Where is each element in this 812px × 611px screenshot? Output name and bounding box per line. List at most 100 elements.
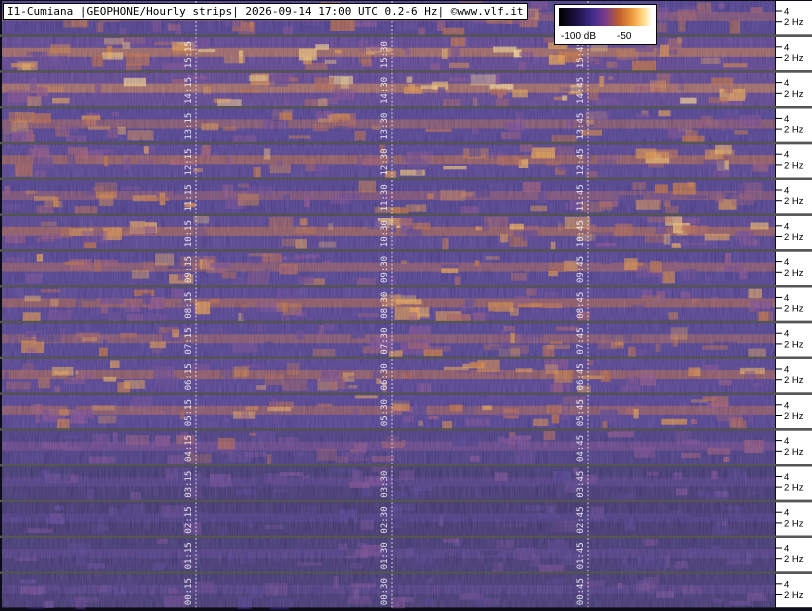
colorbar-legend: -100 dB -50 (554, 4, 657, 45)
axis-tick-label: 4 (784, 150, 789, 161)
axis-tick-label: 2 Hz (784, 160, 804, 171)
time-label: 04:45 (576, 435, 586, 462)
time-label: 00:30 (380, 578, 390, 605)
axis-tick-label: 4 (784, 257, 789, 268)
spectrogram-chart: 15:15 15:30 15:45 14:15 14:30 14:45 13:15 13:30… (0, 0, 812, 611)
time-label: 12:15 (184, 149, 194, 176)
axis-tick-label: 2 Hz (784, 518, 804, 529)
time-label: 08:30 (380, 292, 390, 319)
time-label: 12:30 (380, 149, 390, 176)
axis-tick-label: 4 (784, 329, 789, 340)
axis-tick-label: 2 Hz (784, 232, 804, 243)
axis-tick-label: 4 (784, 400, 789, 411)
axis-tick-label: 2 Hz (784, 447, 804, 458)
strip-separator (0, 213, 812, 216)
time-label: 01:45 (576, 542, 586, 569)
axis-tick-label: 4 (784, 508, 789, 519)
time-label: 11:15 (184, 184, 194, 211)
axis-tick-label: 4 (784, 221, 789, 232)
axis-tick-label: 4 (784, 436, 789, 447)
time-label: 09:30 (380, 256, 390, 283)
time-label: 03:45 (576, 471, 586, 498)
strip-separator (0, 428, 812, 431)
strip-separator (0, 70, 812, 73)
strip-separator (0, 499, 812, 503)
time-label: 10:30 (380, 220, 390, 247)
time-label: 07:45 (576, 328, 586, 355)
time-label: 07:15 (184, 328, 194, 355)
strip-separator (0, 356, 812, 359)
time-label: 03:15 (184, 471, 194, 498)
time-label: 13:15 (184, 113, 194, 140)
time-label: 05:15 (184, 399, 194, 426)
strip-separator (0, 285, 812, 288)
time-label: 10:45 (576, 220, 586, 247)
time-label: 14:30 (380, 77, 390, 104)
axis-tick-label: 2 Hz (784, 17, 804, 28)
axis-tick-label: 2 Hz (784, 196, 804, 207)
strip-separator (0, 571, 812, 574)
axis-tick-label: 4 (784, 544, 789, 555)
strip-separator (0, 34, 812, 37)
axis-tick-label: 4 (784, 7, 789, 18)
strip-separator (0, 141, 812, 145)
axis-tick-label: 2 Hz (784, 339, 804, 350)
time-label: 10:15 (184, 220, 194, 247)
axis-tick-label: 2 Hz (784, 53, 804, 64)
axis-tick-label: 4 (784, 365, 789, 376)
strip-separator (0, 320, 812, 324)
time-label: 00:45 (576, 578, 586, 605)
axis-tick-label: 2 Hz (784, 483, 804, 494)
axis-tick-label: 2 Hz (784, 125, 804, 136)
time-label: 01:15 (184, 542, 194, 569)
axis-tick-label: 4 (784, 579, 789, 590)
time-label: 13:45 (576, 113, 586, 140)
axis-tick-label: 2 Hz (784, 89, 804, 100)
time-label: 14:45 (576, 77, 586, 104)
chart-title: I1-Cumiana |GEOPHONE/Hourly strips| 2026… (3, 3, 528, 20)
strip-hour-04 (2, 430, 775, 468)
strip-separator (0, 535, 812, 538)
time-label: 02:15 (184, 507, 194, 534)
strip-separator (0, 106, 812, 109)
axis-tick-label: 4 (784, 78, 789, 89)
time-label: 15:15 (184, 41, 194, 68)
time-label: 02:30 (380, 507, 390, 534)
axis-tick-label: 2 Hz (784, 304, 804, 315)
time-label: 13:30 (380, 113, 390, 140)
axis-tick-label: 2 Hz (784, 375, 804, 386)
time-label: 11:30 (380, 184, 390, 211)
time-label: 06:30 (380, 363, 390, 390)
strip-separator (0, 392, 812, 395)
time-label: 01:30 (380, 542, 390, 569)
time-label: 08:45 (576, 292, 586, 319)
axis-tick-label: 4 (784, 472, 789, 483)
axis-tick-label: 4 (784, 114, 789, 125)
time-label: 02:45 (576, 507, 586, 534)
time-label: 04:15 (184, 435, 194, 462)
axis-tick-label: 4 (784, 42, 789, 53)
time-label: 03:30 (380, 471, 390, 498)
colorbar-min-label: -100 dB (561, 31, 597, 42)
axis-tick-label: 4 (784, 186, 789, 197)
time-label: 15:30 (380, 41, 390, 68)
time-label: 12:45 (576, 149, 586, 176)
colorbar-max-label: -50 (617, 31, 632, 42)
time-label: 09:45 (576, 256, 586, 283)
time-label: 08:15 (184, 292, 194, 319)
strip-separator (0, 249, 812, 252)
time-label: 05:30 (380, 399, 390, 426)
axis-tick-label: 2 Hz (784, 590, 804, 601)
time-label: 05:45 (576, 399, 586, 426)
strip-separator (0, 177, 812, 180)
time-label: 15:45 (576, 41, 586, 68)
axis-tick-label: 2 Hz (784, 554, 804, 565)
time-label: 06:45 (576, 363, 586, 390)
axis-tick-label: 4 (784, 293, 789, 304)
strip-grain (2, 430, 775, 464)
time-label: 09:15 (184, 256, 194, 283)
time-label: 06:15 (184, 363, 194, 390)
time-label: 11:45 (576, 184, 586, 211)
time-label: 14:15 (184, 77, 194, 104)
time-label: 00:15 (184, 578, 194, 605)
